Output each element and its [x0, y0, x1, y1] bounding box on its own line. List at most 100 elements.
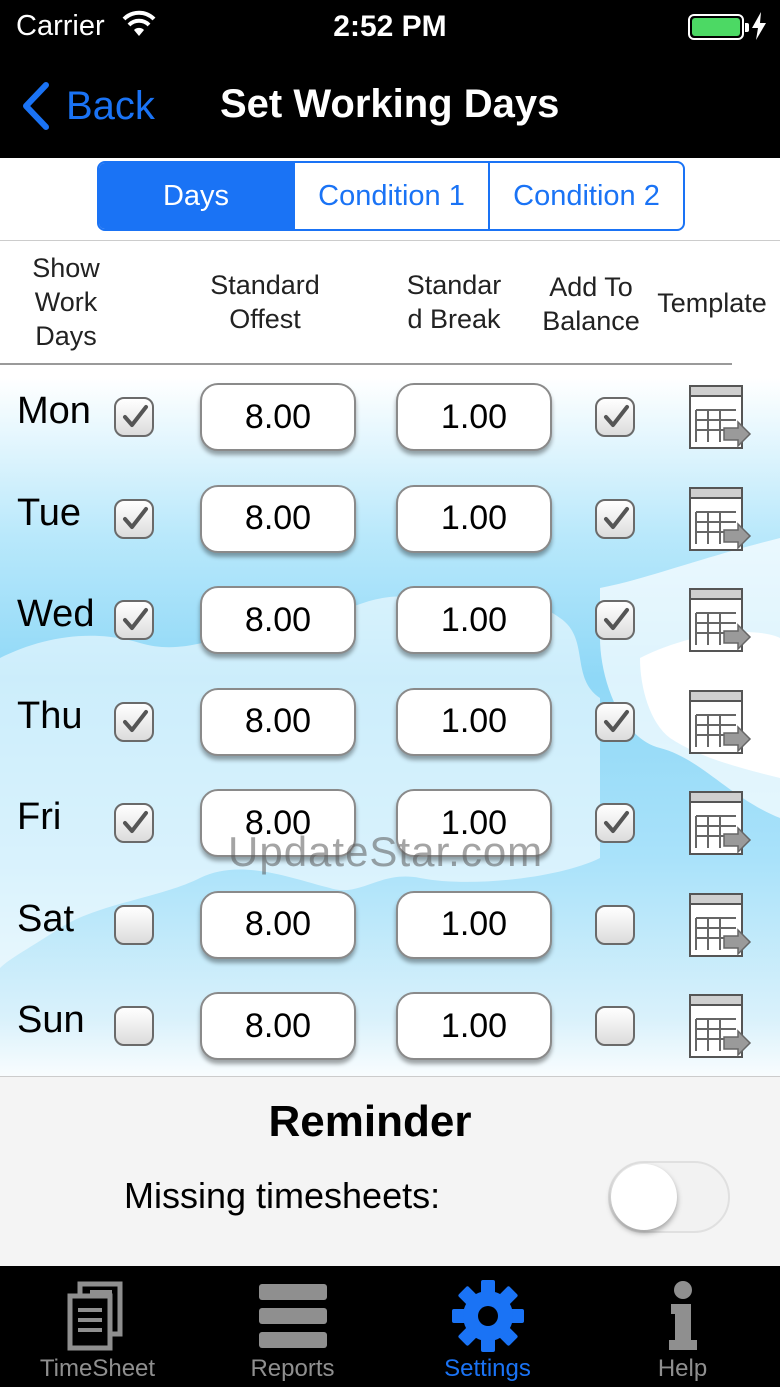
day-name: Thu [17, 694, 83, 737]
timesheet-icon [67, 1281, 122, 1351]
standard-break-field[interactable]: 1.00 [396, 890, 552, 959]
back-label: Back [66, 83, 155, 128]
tab-label: Settings [444, 1355, 531, 1382]
show-day-checkbox[interactable] [114, 803, 154, 843]
table-template-icon [689, 385, 752, 449]
day-row: Sat 8.00 1.00 [0, 880, 780, 972]
table-template-icon [689, 689, 752, 754]
checkmark-icon [123, 608, 148, 630]
navigation-bar: Back Set Working Days [0, 54, 780, 158]
template-button[interactable] [688, 486, 752, 554]
template-button[interactable] [688, 993, 752, 1061]
checkmark-icon [604, 506, 629, 529]
day-name: Sun [17, 999, 85, 1041]
table-template-icon [689, 994, 752, 1058]
add-to-balance-checkbox[interactable] [595, 1006, 635, 1046]
day-name: Tue [17, 491, 82, 534]
segmented-control: Days Condition 1 Condition 2 [97, 161, 685, 231]
template-button[interactable] [688, 587, 752, 655]
header-standard-break: Standar d Break [406, 270, 502, 334]
standard-offest-field[interactable]: 8.00 [200, 484, 356, 553]
back-button[interactable]: Back [18, 78, 155, 134]
header-template: Template [657, 288, 767, 318]
add-to-balance-checkbox[interactable] [595, 904, 635, 945]
tab-reports[interactable]: Reports [195, 1266, 390, 1387]
show-day-checkbox[interactable] [114, 498, 154, 539]
status-bar: Carrier 2:52 PM [0, 0, 780, 54]
page-title: Set Working Days [220, 82, 560, 126]
tab-help[interactable]: Help [585, 1266, 780, 1387]
template-button[interactable] [688, 689, 752, 757]
template-button[interactable] [688, 892, 752, 960]
standard-break-field[interactable]: 1.00 [396, 586, 552, 654]
add-to-balance-checkbox[interactable] [595, 600, 635, 640]
battery-icon [688, 14, 749, 40]
day-row: Sun 8.00 1.00 [0, 981, 780, 1073]
checkmark-icon [604, 405, 629, 427]
add-to-balance-checkbox[interactable] [595, 701, 635, 742]
standard-offest-field[interactable]: 8.00 [200, 992, 356, 1060]
tab-label: Reports [250, 1355, 335, 1382]
day-row: Wed 8.00 1.00 [0, 575, 780, 667]
header-divider [0, 363, 732, 365]
checkmark-icon [123, 811, 148, 833]
table-template-icon [689, 892, 752, 957]
status-time: 2:52 PM [333, 10, 447, 43]
day-name: Mon [17, 390, 91, 432]
add-to-balance-checkbox[interactable] [595, 397, 635, 437]
standard-break-field[interactable]: 1.00 [396, 687, 552, 756]
day-name: Fri [17, 796, 62, 838]
add-to-balance-checkbox[interactable] [595, 803, 635, 843]
gear-icon [451, 1280, 524, 1352]
standard-offest-field[interactable]: 8.00 [200, 687, 356, 756]
add-to-balance-checkbox[interactable] [595, 498, 635, 539]
day-row: Mon 8.00 1.00 [0, 372, 780, 464]
segment-days[interactable]: Days [99, 163, 293, 229]
show-day-checkbox[interactable] [114, 904, 154, 945]
tab-label: Help [657, 1355, 708, 1382]
show-day-checkbox[interactable] [114, 1006, 154, 1046]
header-show-work-days: Show Work Days [32, 253, 100, 351]
checkmark-icon [604, 709, 629, 732]
header-add-to-balance: Add To Balance [542, 272, 640, 336]
segment-condition-2[interactable]: Condition 2 [488, 163, 683, 229]
standard-break-field[interactable]: 1.00 [396, 992, 552, 1060]
table-template-icon [689, 486, 752, 551]
tab-settings[interactable]: Settings [390, 1266, 585, 1387]
chevron-left-icon [23, 82, 49, 130]
table-template-icon [689, 588, 752, 652]
day-row: Tue 8.00 1.00 [0, 474, 780, 566]
column-headers: Show Work Days Standard Offest Standar d… [0, 240, 780, 365]
reminder-title: Reminder [268, 1097, 472, 1146]
show-day-checkbox[interactable] [114, 600, 154, 640]
show-day-checkbox[interactable] [114, 701, 154, 742]
charging-bolt-icon [752, 12, 766, 40]
standard-break-field[interactable]: 1.00 [396, 383, 552, 451]
toggle-knob [611, 1164, 677, 1230]
table-template-icon [689, 791, 752, 855]
tab-timesheet[interactable]: TimeSheet [0, 1266, 195, 1387]
checkmark-icon [123, 506, 148, 529]
missing-timesheets-toggle[interactable] [608, 1161, 730, 1233]
day-row: Thu 8.00 1.00 [0, 677, 780, 769]
standard-break-field[interactable]: 1.00 [396, 484, 552, 553]
checkmark-icon [604, 811, 629, 833]
template-button[interactable] [688, 790, 752, 858]
template-button[interactable] [688, 384, 752, 452]
tab-bar: TimeSheet Reports Settings Help [0, 1266, 780, 1387]
standard-offest-field[interactable]: 8.00 [200, 383, 356, 451]
segment-condition-1[interactable]: Condition 1 [293, 163, 488, 229]
standard-offest-field[interactable]: 8.00 [200, 586, 356, 654]
day-name: Wed [17, 593, 95, 635]
watermark: UpdateStar.com [228, 828, 544, 875]
reports-icon [258, 1284, 327, 1348]
standard-offest-field[interactable]: 8.00 [200, 890, 356, 959]
day-name: Sat [17, 897, 75, 940]
content-area: Days Condition 1 Condition 2 Show Work D… [0, 158, 780, 1266]
show-day-checkbox[interactable] [114, 397, 154, 437]
help-icon [668, 1281, 697, 1350]
tab-label: TimeSheet [39, 1355, 156, 1382]
checkmark-icon [604, 608, 629, 630]
header-standard-offest: Standard Offest [210, 270, 320, 334]
missing-timesheets-label: Missing timesheets: [124, 1175, 441, 1216]
